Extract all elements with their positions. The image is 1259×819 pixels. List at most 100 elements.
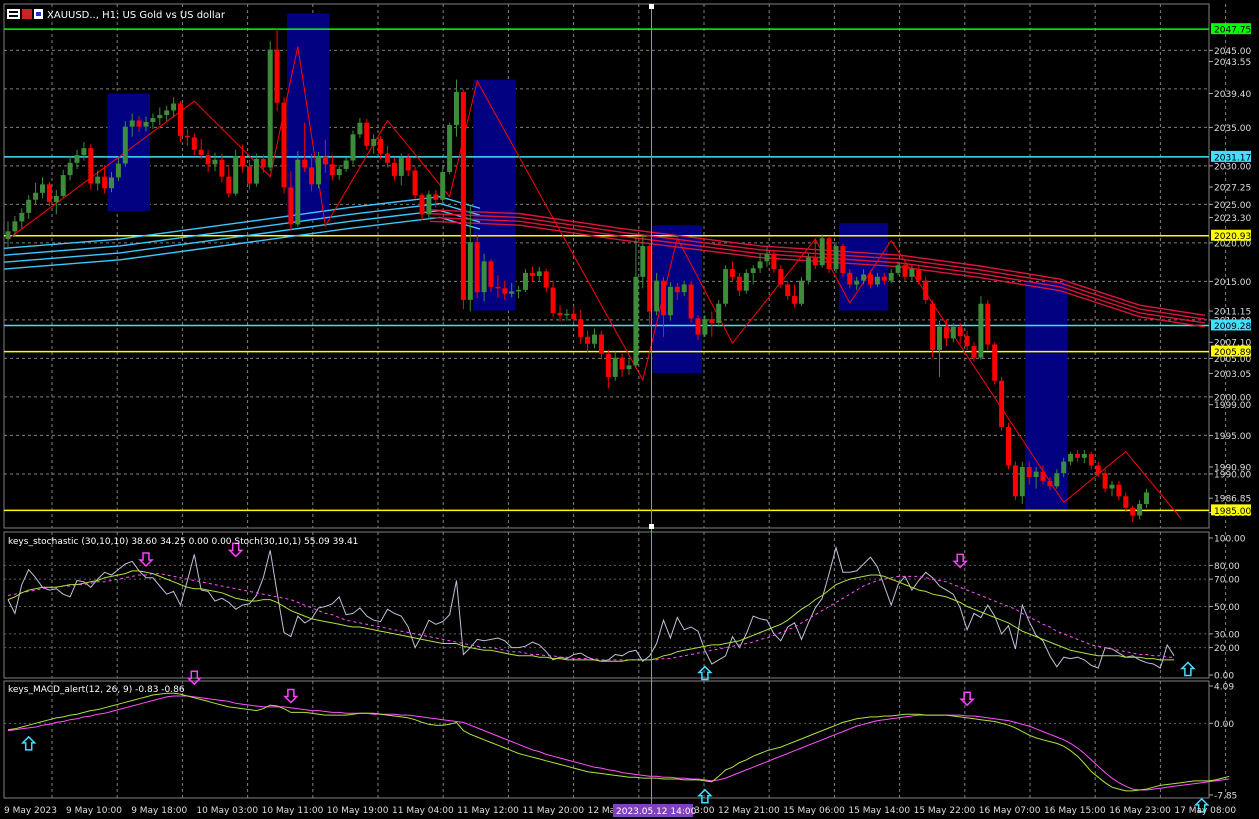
candle-body xyxy=(937,326,942,350)
candle-body xyxy=(1088,453,1094,466)
price-tick-label: 1995.00 xyxy=(1214,432,1251,442)
candle-body xyxy=(474,242,480,293)
price-tick-label: 2045.00 xyxy=(1214,47,1251,57)
candle xyxy=(723,265,729,307)
candle xyxy=(88,144,94,190)
candle xyxy=(316,152,321,189)
candle-body xyxy=(322,156,328,165)
candle-body xyxy=(792,296,798,304)
candle-body xyxy=(543,271,549,288)
candle-body xyxy=(1123,496,1129,508)
candle-body xyxy=(53,195,59,203)
price-tick-label: 1986.85 xyxy=(1214,495,1251,505)
candle-body xyxy=(985,303,991,345)
candle-body xyxy=(391,162,397,176)
candle-body xyxy=(1068,453,1074,462)
candle-body xyxy=(881,276,887,281)
candle-body xyxy=(398,157,404,176)
candle-body xyxy=(1102,473,1108,489)
candle-body xyxy=(1095,465,1101,474)
candle-body xyxy=(260,158,266,168)
candle-body xyxy=(329,164,335,176)
candle-body xyxy=(1033,471,1039,478)
trading-chart[interactable]: 2045.002043.55 2039.40 2035.00 2030.00 2027.… xyxy=(0,0,1259,819)
candle-body xyxy=(805,257,811,281)
candle-body xyxy=(695,318,701,335)
candle-body xyxy=(943,326,949,339)
candle-body xyxy=(378,138,384,154)
time-label: 16 May 23:00 xyxy=(1109,806,1171,816)
candle-body xyxy=(930,303,936,350)
time-label: 16 May 07:00 xyxy=(979,806,1041,816)
candle-body xyxy=(191,137,197,150)
candle-body xyxy=(357,122,363,135)
session-box xyxy=(107,93,150,212)
candle-body xyxy=(184,135,190,138)
price-tick-label: 2039.40 xyxy=(1214,90,1251,100)
candle xyxy=(233,149,239,196)
candle-body xyxy=(253,158,259,184)
candle-body xyxy=(709,319,715,323)
candle-body xyxy=(405,157,411,171)
candle-body xyxy=(240,155,246,167)
candle-body xyxy=(33,192,39,200)
time-label: 11 May 20:00 xyxy=(522,806,584,816)
candle-body xyxy=(136,120,142,127)
candle-body xyxy=(467,242,473,300)
candle-body xyxy=(488,261,494,287)
candle-body xyxy=(571,313,577,320)
candle-body xyxy=(654,280,660,312)
candle-body xyxy=(212,159,218,165)
candle-body xyxy=(688,284,694,319)
candle-body xyxy=(150,118,156,122)
candle-body xyxy=(1130,507,1136,516)
time-label: 9 May 2023 xyxy=(4,806,57,816)
candle-body xyxy=(164,110,170,116)
candle-body xyxy=(267,49,273,168)
candle-body xyxy=(1061,461,1067,474)
candle-body xyxy=(502,288,508,294)
candle xyxy=(978,296,984,360)
candle xyxy=(295,151,301,227)
candle-body xyxy=(840,245,846,273)
candle-body xyxy=(122,126,128,164)
candle-body xyxy=(336,168,342,176)
candle xyxy=(826,235,832,273)
candle xyxy=(923,276,929,304)
candle-body xyxy=(205,155,211,165)
time-label: 15 May 06:00 xyxy=(783,806,845,816)
candle-body xyxy=(661,280,666,316)
symbol-menu-icon[interactable] xyxy=(7,9,43,19)
candle xyxy=(122,121,128,167)
candle-body xyxy=(1054,473,1060,487)
candle-body xyxy=(143,121,149,127)
candle-body xyxy=(902,265,908,277)
price-tick-label: 2003.05 xyxy=(1214,370,1251,380)
candle-body xyxy=(460,91,466,300)
candle-body xyxy=(633,276,639,366)
candle-body xyxy=(281,102,287,188)
time-label: 10 May 03:00 xyxy=(196,806,258,816)
candle xyxy=(412,166,418,199)
candle-body xyxy=(854,280,860,285)
time-label: 10 May 11:00 xyxy=(262,806,324,816)
price-level-tag-label: 2005.89 xyxy=(1214,348,1251,358)
candle-body xyxy=(778,269,784,285)
candle-body xyxy=(529,272,535,277)
candle-body xyxy=(585,336,591,344)
crosshair-top-handle[interactable] xyxy=(649,4,654,9)
candle-body xyxy=(847,272,853,285)
candle-body xyxy=(964,336,970,347)
candle-body xyxy=(19,212,25,222)
candle-body xyxy=(412,170,418,196)
candle-body xyxy=(730,269,735,277)
candle-body xyxy=(723,269,729,304)
candle xyxy=(447,122,453,175)
candle-body xyxy=(5,231,11,240)
candle-body xyxy=(764,253,770,262)
candle-body xyxy=(598,334,604,354)
crosshair-bottom-handle[interactable] xyxy=(649,524,654,529)
candle-body xyxy=(67,162,73,176)
stoch-tick-label: 80.00 xyxy=(1214,562,1240,572)
candle xyxy=(799,276,804,307)
